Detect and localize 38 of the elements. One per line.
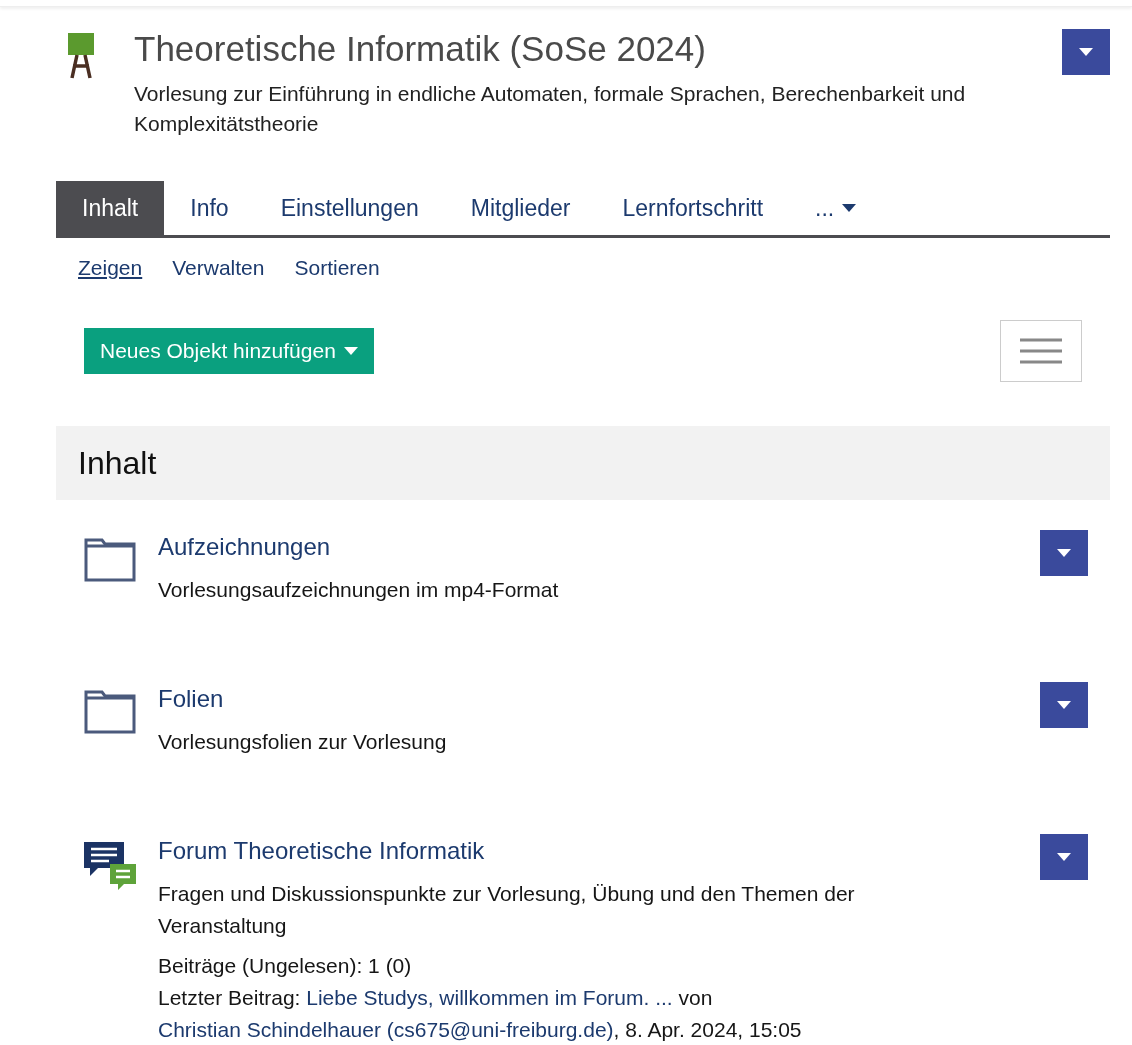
caret-icon <box>1057 549 1071 557</box>
caret-icon <box>343 347 358 355</box>
folder-icon <box>84 690 136 734</box>
menu-icon <box>1020 338 1062 364</box>
actions-dropdown-button[interactable] <box>1062 29 1110 75</box>
post-link[interactable]: Liebe Studys, willkommen im Forum. ... <box>306 986 673 1009</box>
last-post-info: Letzter Beitrag: Liebe Studys, willkommen im Forum. ... von Christian Schindelhauer (cs675@uni-freiburg.de), 8. Apr. 2024, 15:05 <box>158 985 803 1043</box>
item-description: Vorlesungsaufzeichnungen im mp4-Format <box>158 577 560 603</box>
caret-icon <box>1057 701 1071 709</box>
menu-button[interactable] <box>1000 320 1082 382</box>
posts-count: Beiträge (Ungelesen): 1 (0) <box>158 953 413 979</box>
item-title-link[interactable]: Aufzeichnungen <box>158 533 331 560</box>
tab[interactable]: Einstellungen <box>254 181 445 235</box>
tab[interactable]: ... <box>789 181 883 235</box>
item-actions-button[interactable] <box>1040 682 1088 728</box>
caret-icon <box>842 204 857 212</box>
section-title: Inhalt <box>78 444 157 482</box>
course-description: Vorlesung zur Einführung in endliche Automaten, formale Sprachen, Berechenbarkeit und Komplexitätstheorie <box>134 81 967 137</box>
item-description: Vorlesungsfolien zur Vorlesung <box>158 729 448 755</box>
author-link[interactable]: Christian Schindelhauer (cs675@uni-freiburg.de) <box>158 1018 614 1041</box>
folder-icon <box>84 538 136 582</box>
item-description: Fragen und Diskussionspunkte zur Vorlesung, Übung und den Themen der Veranstaltung <box>158 881 856 939</box>
subtab-link[interactable]: Verwalten <box>172 256 265 280</box>
course-title: Theoretische Informatik (SoSe 2024) <box>134 28 707 70</box>
item-actions-button[interactable] <box>1040 834 1088 880</box>
item-actions-button[interactable] <box>1040 530 1088 576</box>
caret-icon <box>1079 48 1093 56</box>
tab[interactable]: Info <box>164 181 255 235</box>
caret-icon <box>1057 853 1071 861</box>
tab[interactable]: Mitglieder <box>444 181 597 235</box>
subtab-link[interactable]: Zeigen <box>78 256 143 280</box>
item-title-link[interactable]: Folien <box>158 685 224 712</box>
tab[interactable]: Lernfortschritt <box>596 181 790 235</box>
chat-bubbles-icon <box>84 842 136 892</box>
subtab-link[interactable]: Sortieren <box>294 256 380 280</box>
blackboard-icon <box>68 33 94 81</box>
item-title-link[interactable]: Forum Theoretische Informatik <box>158 837 485 864</box>
tab[interactable]: Inhalt <box>56 181 165 235</box>
